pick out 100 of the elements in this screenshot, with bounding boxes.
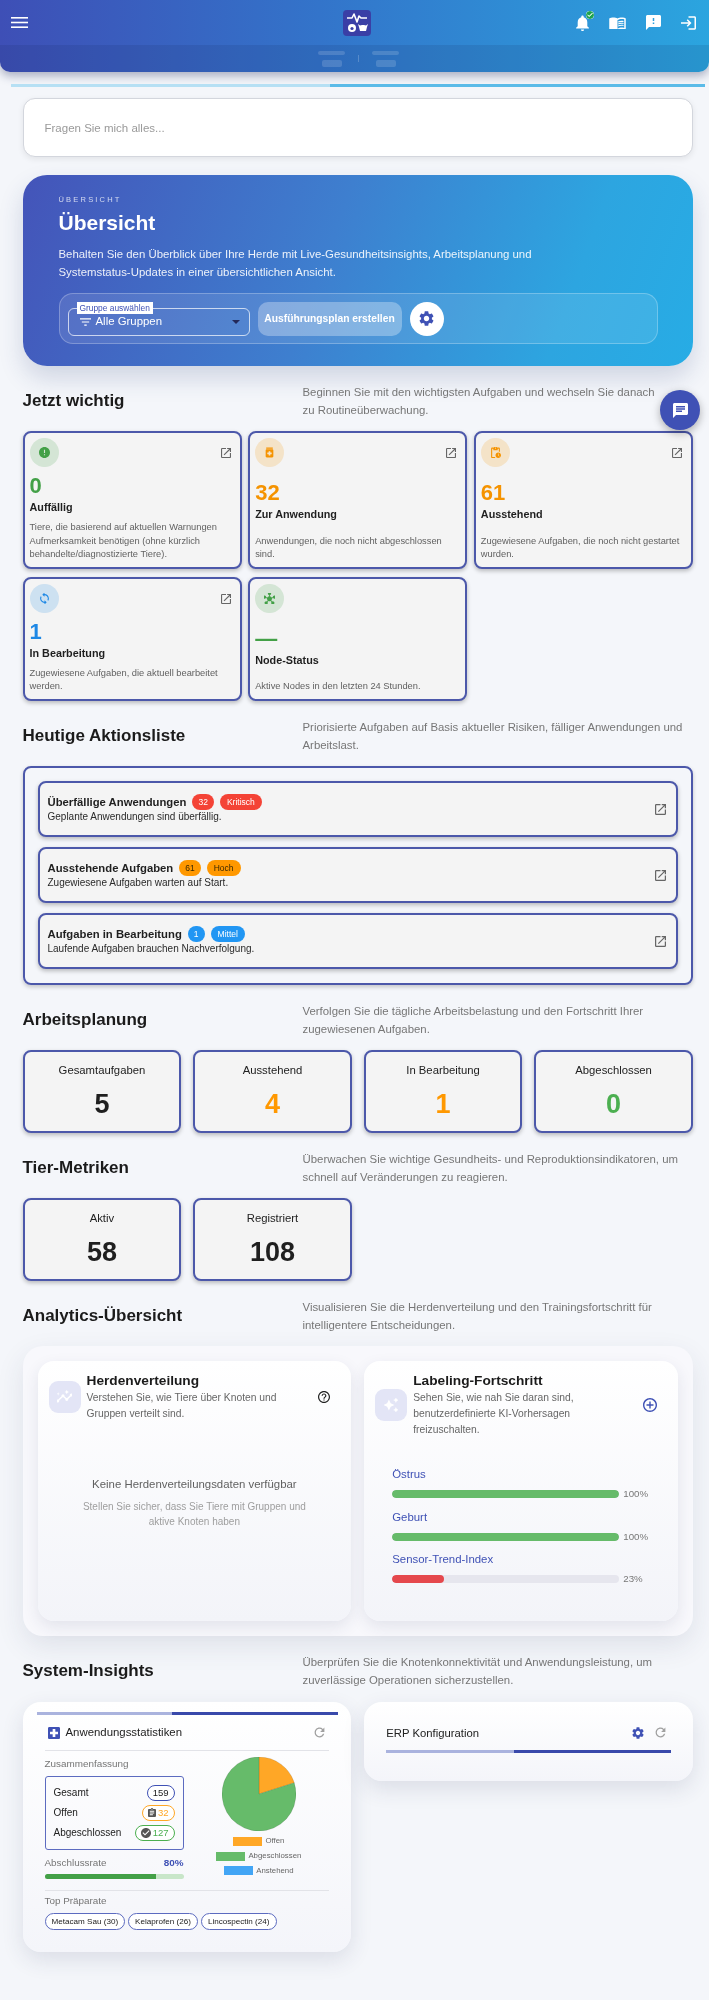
- card-label: Zur Anwendung: [255, 506, 337, 521]
- alert-icon: [29, 438, 59, 467]
- summary-row-label: Abgeschlossen: [53, 1826, 122, 1841]
- section-title: Analytics-Übersicht: [22, 1304, 183, 1327]
- book-icon[interactable]: [609, 16, 626, 29]
- action-title: Aufgaben in Bearbeitung: [47, 927, 182, 943]
- stat-value: 58: [86, 1235, 117, 1268]
- top-products-label: Top Präparate: [44, 1893, 107, 1908]
- section-title: Jetzt wichtig: [22, 390, 125, 412]
- check-badge-icon: [586, 10, 594, 19]
- stat-label: Registriert: [246, 1210, 299, 1225]
- medical-cross-icon: [47, 1726, 60, 1739]
- menu-icon[interactable]: [11, 17, 28, 28]
- refresh-icon[interactable]: [314, 1727, 326, 1739]
- settings-icon[interactable]: [632, 1726, 644, 1739]
- card-description: Anwendungen, die noch nicht abgeschlossen sind.: [255, 534, 443, 562]
- product-chip[interactable]: Kelaprofen (26): [128, 1912, 198, 1930]
- action-item[interactable]: Aufgaben in Bearbeitung 1 Mittel Laufende Aufgaben brauchen Nachverfolgung.: [37, 913, 678, 970]
- rate-label: Abschlussrate: [44, 1855, 107, 1870]
- progress-label: Geburt: [392, 1509, 428, 1525]
- section-description: Beginnen Sie mit den wichtigsten Aufgaben und wechseln Sie danach zu Routineüberwachung.: [302, 385, 656, 418]
- summary-count: 127: [134, 1824, 175, 1841]
- feedback-icon[interactable]: [646, 15, 661, 30]
- field-label: Gruppe auswählen: [76, 301, 153, 314]
- login-icon[interactable]: [681, 15, 696, 30]
- stat-label: Abgeschlossen: [575, 1062, 652, 1077]
- card-description: Zugewiesene Aufgaben, die aktuell bearbeitet werden.: [29, 666, 219, 694]
- external-link-icon[interactable]: [446, 448, 457, 458]
- progress-reading: 100%: [623, 1487, 649, 1502]
- stat-label: Aktiv: [89, 1210, 115, 1225]
- card-value: —: [255, 626, 278, 651]
- chat-button[interactable]: [660, 390, 700, 430]
- external-link-icon[interactable]: [655, 869, 666, 881]
- sparkle-icon: [375, 1388, 408, 1421]
- filter-icon: [79, 317, 91, 326]
- summary-row-label: Offen: [53, 1806, 78, 1821]
- summary-count: 159: [146, 1784, 175, 1801]
- product-chip[interactable]: Metacam Sau (30): [44, 1912, 126, 1930]
- stat-value: 108: [249, 1235, 295, 1268]
- add-icon[interactable]: [643, 1397, 657, 1412]
- external-link-icon[interactable]: [220, 593, 231, 604]
- card-description: Sehen Sie, wie nah Sie daran sind, benutzerdefinierte KI-Vorhersagen freizuschalten.: [413, 1390, 575, 1437]
- card-description: Zugewiesene Aufgaben, die noch nicht gestartet wurden.: [480, 534, 681, 562]
- priority-badge: Mittel: [210, 926, 245, 943]
- card-value: 32: [255, 480, 280, 505]
- card-label: Node-Status: [255, 652, 319, 667]
- overview-description: Behalten Sie den Überblick über Ihre Herde mit Live-Gesundheitsinsights, Arbeitsplanung und Systemstatus-Updates in einer übersichtlichen Ansicht.: [58, 247, 533, 280]
- card-title: ERP Konfiguration: [386, 1725, 479, 1741]
- progress-label: Sensor-Trend-Index: [392, 1552, 494, 1568]
- stat-value: 1: [435, 1087, 451, 1120]
- card-value: 1: [29, 619, 42, 644]
- action-item[interactable]: Überfällige Anwendungen 32 Kritisch Geplante Anwendungen sind überfällig.: [37, 781, 678, 838]
- action-title: Ausstehende Aufgaben: [47, 861, 174, 877]
- card-label: Ausstehend: [480, 506, 543, 521]
- clipboard-icon: [147, 1807, 156, 1818]
- stat-value: 0: [606, 1087, 622, 1120]
- summary-row-label: Gesamt: [53, 1786, 89, 1801]
- product-chip[interactable]: Lincospectin (24): [200, 1912, 277, 1930]
- priority-badge: Hoch: [206, 860, 241, 877]
- section-title: Arbeitsplanung: [22, 1008, 148, 1031]
- action-item[interactable]: Ausstehende Aufgaben 61 Hoch Zugewiesene Aufgaben warten auf Start.: [37, 847, 678, 904]
- action-title: Überfällige Anwendungen: [47, 795, 187, 811]
- search-field[interactable]: Fragen Sie mich alles...: [22, 98, 693, 157]
- action-description: Geplante Anwendungen sind überfällig.: [47, 810, 222, 825]
- progress-reading: 23%: [623, 1572, 643, 1587]
- logo-icon: [343, 9, 371, 36]
- network-icon: [255, 583, 285, 613]
- count-badge: 32: [192, 794, 214, 811]
- card-description: Verstehen Sie, wie Tiere über Knoten und Gruppen verteilt sind.: [86, 1390, 278, 1421]
- settings-button[interactable]: [409, 301, 444, 336]
- action-description: Zugewiesene Aufgaben warten auf Start.: [47, 876, 229, 891]
- sync-icon: [29, 583, 59, 613]
- rate-value: 80%: [163, 1855, 184, 1870]
- card-value: 61: [480, 480, 506, 505]
- section-title: System-Insights: [22, 1659, 154, 1682]
- section-title: Tier-Metriken: [22, 1156, 129, 1179]
- card-description: Aktive Nodes in den letzten 24 Stunden.: [255, 680, 422, 694]
- bell-icon[interactable]: [576, 14, 589, 31]
- refresh-icon[interactable]: [655, 1727, 666, 1739]
- section-title: Heutige Aktionsliste: [22, 724, 186, 747]
- empty-state-title: Keine Herdenverteilungsdaten verfügbar: [92, 1476, 297, 1492]
- count-badge: 1: [187, 926, 205, 943]
- overview-title: Übersicht: [58, 210, 156, 236]
- count-badge: 61: [179, 860, 201, 877]
- help-icon[interactable]: [318, 1390, 331, 1403]
- clipboard-clock-icon: [480, 438, 510, 467]
- section-description: Visualisieren Sie die Herdenverteilung und den Trainingsfortschritt für intelligentere Entscheidungen.: [302, 1299, 653, 1333]
- external-link-icon[interactable]: [655, 935, 666, 947]
- card-description: Tiere, die basierend auf aktuellen Warnungen Aufmerksamkeit benötigen (ohne kürzlich behandelte/diagnostizierte Tiere).: [29, 521, 218, 562]
- card-label: Auffällig: [29, 500, 73, 514]
- stat-value: 4: [264, 1087, 280, 1120]
- settings-icon: [419, 311, 434, 326]
- chat-icon: [672, 402, 688, 418]
- card-title: Labeling-Fortschritt: [413, 1371, 543, 1390]
- summary-label: Zusammenfassung: [44, 1756, 129, 1771]
- section-description: Überprüfen Sie die Knotenkonnektivität und Anwendungsleistung, um zuverlässige Operationen sicherzustellen.: [302, 1654, 654, 1688]
- external-link-icon[interactable]: [655, 803, 666, 815]
- external-link-icon[interactable]: [220, 448, 231, 458]
- stat-label: Gesamtaufgaben: [58, 1062, 146, 1077]
- external-link-icon[interactable]: [672, 448, 682, 458]
